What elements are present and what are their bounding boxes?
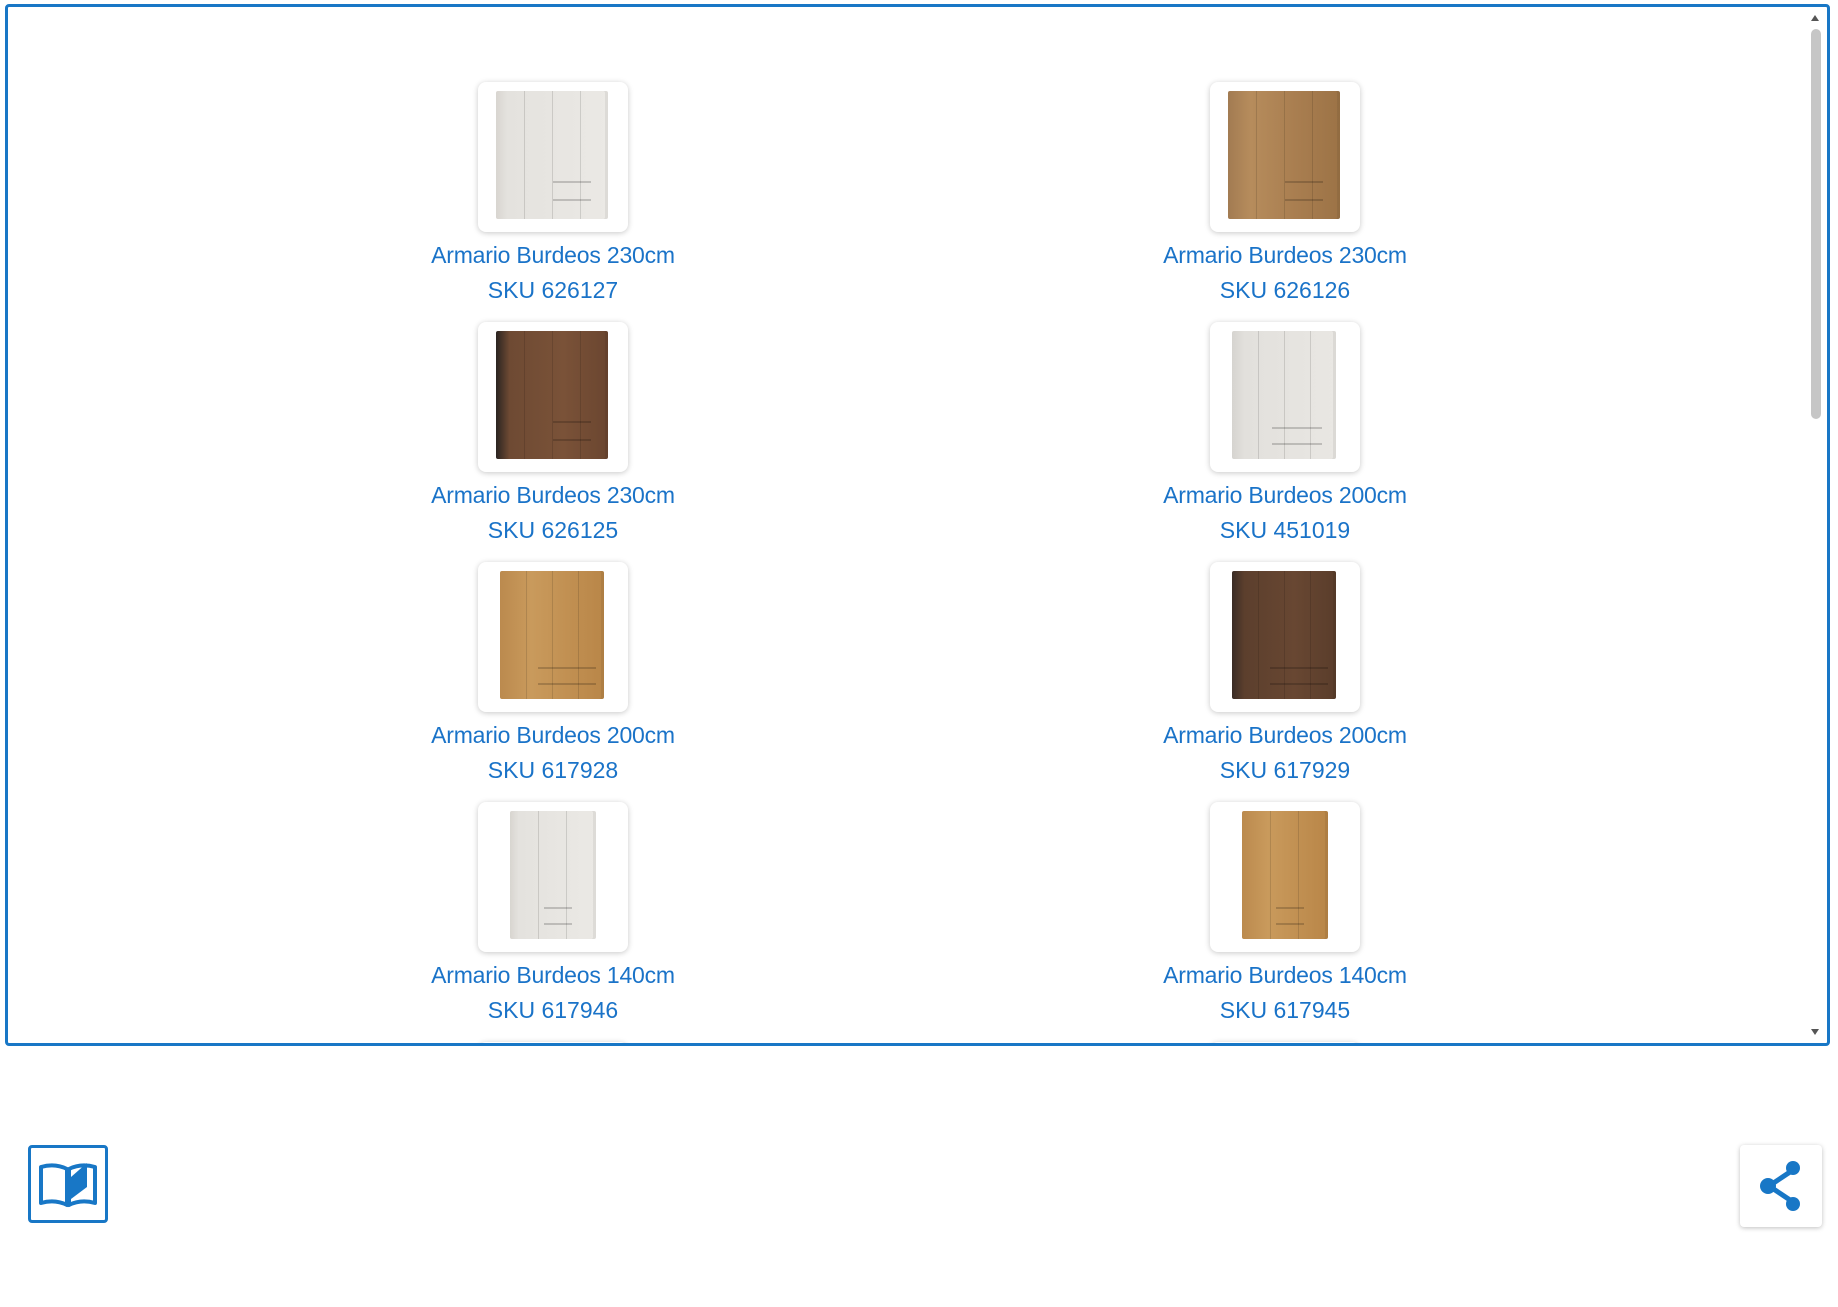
product-card-partial[interactable]: [383, 1042, 723, 1043]
vertical-scrollbar[interactable]: [1809, 15, 1823, 1035]
wardrobe-image: [1232, 331, 1336, 459]
product-title[interactable]: Armario Burdeos 140cm: [1115, 962, 1455, 989]
product-list-panel: Armario Burdeos 230cm SKU 626127 Armario…: [5, 4, 1830, 1046]
wardrobe-image: [496, 331, 608, 459]
product-sku[interactable]: SKU 617946: [383, 997, 723, 1024]
product-image[interactable]: [478, 322, 628, 472]
product-image[interactable]: [478, 1042, 628, 1043]
product-image[interactable]: [1210, 802, 1360, 952]
product-title[interactable]: Armario Burdeos 200cm: [1115, 482, 1455, 509]
product-grid: Armario Burdeos 230cm SKU 626127 Armario…: [8, 7, 1807, 1043]
product-card[interactable]: Armario Burdeos 230cm SKU 626127: [383, 82, 723, 304]
product-image[interactable]: [1210, 322, 1360, 472]
share-button[interactable]: [1740, 1145, 1822, 1227]
product-sku[interactable]: SKU 617945: [1115, 997, 1455, 1024]
product-image[interactable]: [1210, 1042, 1360, 1043]
product-title[interactable]: Armario Burdeos 200cm: [1115, 722, 1455, 749]
product-title[interactable]: Armario Burdeos 230cm: [383, 242, 723, 269]
book-open-icon: [39, 1163, 97, 1207]
product-image[interactable]: [1210, 82, 1360, 232]
product-sku[interactable]: SKU 617928: [383, 757, 723, 784]
product-image[interactable]: [478, 82, 628, 232]
product-card[interactable]: Armario Burdeos 230cm SKU 626126: [1115, 82, 1455, 304]
product-title[interactable]: Armario Burdeos 230cm: [1115, 242, 1455, 269]
wardrobe-image: [510, 811, 596, 939]
product-image[interactable]: [478, 802, 628, 952]
product-sku[interactable]: SKU 617929: [1115, 757, 1455, 784]
wardrobe-image: [1228, 91, 1340, 219]
catalog-button[interactable]: [28, 1145, 108, 1223]
product-title[interactable]: Armario Burdeos 140cm: [383, 962, 723, 989]
product-title[interactable]: Armario Burdeos 200cm: [383, 722, 723, 749]
wardrobe-image: [1232, 571, 1336, 699]
product-card[interactable]: Armario Burdeos 230cm SKU 626125: [383, 322, 723, 544]
product-card[interactable]: Armario Burdeos 200cm SKU 451019: [1115, 322, 1455, 544]
product-card[interactable]: Armario Burdeos 140cm SKU 617945: [1115, 802, 1455, 1024]
wardrobe-image: [500, 571, 604, 699]
scroll-down-arrow[interactable]: [1811, 1029, 1819, 1035]
product-sku[interactable]: SKU 451019: [1115, 517, 1455, 544]
product-sku[interactable]: SKU 626126: [1115, 277, 1455, 304]
product-sku[interactable]: SKU 626127: [383, 277, 723, 304]
product-card[interactable]: Armario Burdeos 200cm SKU 617929: [1115, 562, 1455, 784]
product-card[interactable]: Armario Burdeos 200cm SKU 617928: [383, 562, 723, 784]
product-title[interactable]: Armario Burdeos 230cm: [383, 482, 723, 509]
product-sku[interactable]: SKU 626125: [383, 517, 723, 544]
scroll-thumb[interactable]: [1811, 29, 1821, 419]
wardrobe-image: [1242, 811, 1328, 939]
wardrobe-image: [496, 91, 608, 219]
product-image[interactable]: [1210, 562, 1360, 712]
share-icon: [1760, 1161, 1800, 1211]
product-image[interactable]: [478, 562, 628, 712]
product-card-partial[interactable]: [1115, 1042, 1455, 1043]
scroll-up-arrow[interactable]: [1811, 15, 1819, 21]
product-card[interactable]: Armario Burdeos 140cm SKU 617946: [383, 802, 723, 1024]
